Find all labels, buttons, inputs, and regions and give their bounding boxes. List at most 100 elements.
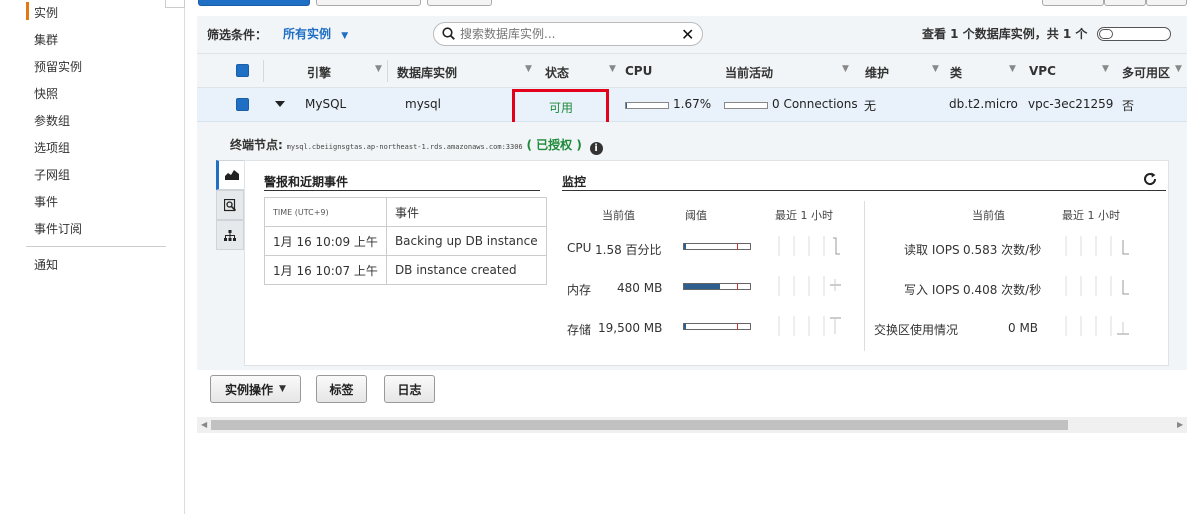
events-table: TIME (UTC+9) 事件 1月 16 10:09 上午 Backing u… (264, 197, 547, 285)
sort-icon[interactable]: ▼ (932, 64, 939, 74)
result-count: 查看 1 个数据库实例，共 1 个 (922, 27, 1088, 41)
column-header-engine[interactable]: 引擎 (307, 64, 331, 81)
sidebar-item-clusters[interactable]: 集群 (34, 31, 58, 48)
scroll-left-icon[interactable]: ◀ (201, 420, 207, 429)
endpoint-host[interactable]: mysql.cbeiignsgtas.ap-northeast-1.rds.am… (287, 143, 523, 151)
sparkline-read-iops (1065, 236, 1129, 256)
sort-icon[interactable]: ▼ (609, 64, 616, 74)
instance-detail-panel: 终端节点: mysql.cbeiignsgtas.ap-northeast-1.… (197, 122, 1187, 370)
toolbar-button-partial[interactable] (316, 0, 421, 6)
instance-actions-button[interactable]: 实例操作 ▼ (210, 375, 301, 403)
monitoring-divider (864, 201, 865, 351)
view-toggle[interactable] (1097, 27, 1171, 41)
header-current-value: 当前值 (972, 209, 1005, 222)
filter-label: 筛选条件： (207, 28, 268, 42)
metric-storage-value: 19,500 MB (598, 321, 663, 335)
expand-row-icon[interactable] (275, 101, 285, 107)
column-header-multi-az[interactable]: 多可用区 (1122, 64, 1170, 81)
header-threshold: 阈值 (685, 209, 707, 222)
column-header-vpc[interactable]: VPC (1029, 64, 1056, 78)
header-last-hour: 最近 1 小时 (1062, 209, 1120, 222)
filter-bar: 筛选条件： 所有实例 ▼ ✕ 查看 1 个数据库实例，共 1 个 (197, 16, 1187, 54)
select-all-checkbox[interactable] (236, 64, 249, 77)
cell-cpu: 1.67% (673, 97, 712, 111)
metric-write-iops-name: 写入 IOPS (904, 283, 960, 297)
toolbar-button-partial[interactable] (427, 0, 492, 6)
event-time: 1月 16 10:07 上午 (264, 255, 387, 285)
sort-icon[interactable]: ▼ (375, 64, 382, 74)
tab-topology-icon[interactable] (216, 220, 244, 250)
tab-details-icon[interactable] (216, 190, 244, 220)
column-header-maintenance[interactable]: 维护 (865, 64, 889, 81)
sort-icon[interactable]: ▼ (525, 64, 532, 74)
toolbar-button-partial[interactable] (1042, 0, 1104, 6)
hierarchy-icon (224, 229, 236, 241)
toolbar-button-partial[interactable] (1104, 0, 1146, 6)
scrollbar-thumb[interactable] (211, 420, 1068, 430)
sidebar-item-reserved-instances[interactable]: 预留实例 (34, 58, 82, 75)
cell-engine: MySQL (305, 97, 347, 111)
row-checkbox[interactable] (236, 98, 249, 111)
authorization-status: ( 已授权 ) (526, 138, 582, 152)
logs-button[interactable]: 日志 (384, 375, 435, 403)
sparkline-memory (778, 276, 841, 296)
table-row: 1月 16 10:07 上午 DB instance created (264, 255, 547, 285)
sidebar-nav: 实例 集群 预留实例 快照 参数组 选项组 子网组 事件 事件订阅 通知 (0, 0, 185, 514)
cell-vpc[interactable]: vpc-3ec21259 (1028, 97, 1113, 111)
sidebar-item-snapshots[interactable]: 快照 (34, 85, 58, 102)
endpoint-line: 终端节点: mysql.cbeiignsgtas.ap-northeast-1.… (230, 136, 603, 155)
horizontal-scrollbar[interactable]: ◀ ▶ (197, 417, 1187, 433)
search-box[interactable]: ✕ (433, 22, 703, 46)
sidebar-item-subnet-groups[interactable]: 子网组 (34, 166, 70, 183)
header-last-hour: 最近 1 小时 (775, 209, 833, 222)
clear-search-icon[interactable]: ✕ (681, 25, 694, 44)
info-icon[interactable]: i (589, 142, 603, 155)
cell-activity[interactable]: 0 Connections (772, 97, 858, 111)
sidebar-item-option-groups[interactable]: 选项组 (34, 139, 70, 156)
tab-monitoring-icon[interactable] (216, 160, 244, 190)
sort-icon[interactable]: ▼ (1009, 64, 1016, 74)
metric-write-iops-value: 0.408 次数/秒 (963, 283, 1042, 297)
column-header-class[interactable]: 类 (950, 64, 962, 81)
search-input[interactable] (460, 26, 680, 42)
column-header-db-instance[interactable]: 数据库实例 (397, 64, 457, 81)
cell-class: db.t2.micro (949, 97, 1018, 111)
table-row[interactable]: MySQL mysql 可用 1.67% 0 Connections 无 db.… (197, 88, 1187, 126)
threshold-bar (683, 243, 751, 250)
metric-cpu-value: 1.58 百分比 (595, 243, 662, 257)
sidebar-item-events[interactable]: 事件 (34, 193, 58, 210)
active-indicator (26, 2, 29, 20)
refresh-icon[interactable] (1142, 171, 1158, 187)
sidebar-collapse-handle[interactable] (165, 0, 185, 8)
sort-icon[interactable]: ▼ (1175, 64, 1182, 74)
sparkline-swap (1065, 316, 1129, 336)
sort-icon[interactable]: ▼ (842, 64, 849, 74)
chevron-down-icon: ▼ (341, 31, 349, 41)
chevron-down-icon: ▼ (279, 384, 286, 394)
column-separator (387, 60, 388, 82)
search-icon (442, 27, 455, 40)
table-header: 引擎 ▼ 数据库实例 ▼ 状态 ▼ CPU 当前活动 ▼ 维护 ▼ 类 ▼ VP… (197, 54, 1187, 88)
sidebar-item-notifications[interactable]: 通知 (34, 256, 58, 273)
sparkline-cpu (778, 236, 840, 256)
filter-dropdown[interactable]: 所有实例 ▼ (283, 25, 348, 42)
monitoring-content: 警报和近期事件 TIME (UTC+9) 事件 1月 16 10:09 上午 B… (244, 160, 1169, 366)
toolbar-button-partial[interactable] (1146, 0, 1187, 6)
sidebar-item-parameter-groups[interactable]: 参数组 (34, 112, 70, 129)
column-header-status[interactable]: 状态 (545, 64, 569, 81)
column-header-cpu[interactable]: CPU (625, 64, 652, 78)
tags-button[interactable]: 标签 (316, 375, 367, 403)
launch-button-partial[interactable] (198, 0, 310, 6)
sidebar-item-instances[interactable]: 实例 (34, 4, 58, 21)
event-description: DB instance created (385, 255, 547, 285)
sort-icon[interactable]: ▼ (1102, 64, 1109, 74)
sidebar-divider (26, 246, 166, 247)
table-row: 1月 16 10:09 上午 Backing up DB instance (264, 226, 547, 256)
threshold-bar (683, 323, 751, 330)
metric-swap-name: 交换区使用情况 (874, 323, 959, 337)
column-header-activity[interactable]: 当前活动 (725, 64, 773, 81)
cell-db-instance[interactable]: mysql (405, 97, 441, 111)
alerts-underline (264, 190, 540, 191)
scroll-right-icon[interactable]: ▶ (1177, 420, 1183, 429)
sidebar-item-event-subscriptions[interactable]: 事件订阅 (34, 220, 82, 237)
